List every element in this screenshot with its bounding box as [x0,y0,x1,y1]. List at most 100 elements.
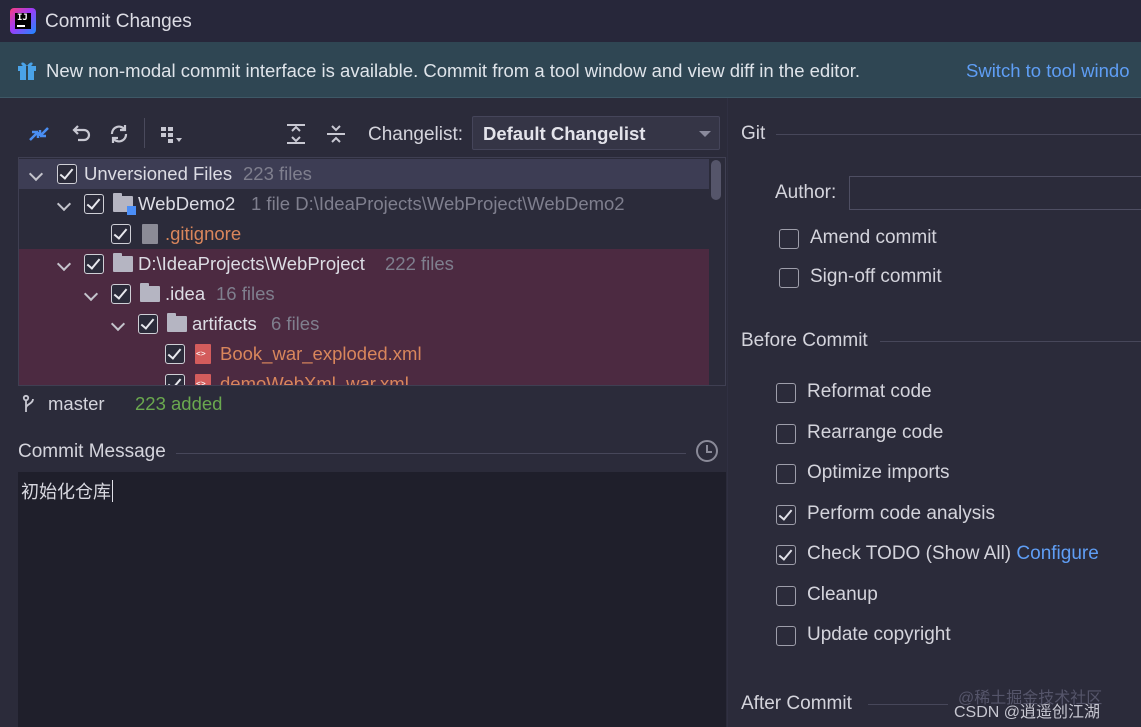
changelist-dropdown[interactable]: Default Changelist [472,116,720,150]
tree-item-label: .gitignore [165,223,242,244]
sign-off-commit-checkbox[interactable] [779,268,799,288]
commit-message-content: 初始化仓库 [21,482,111,503]
tree-item-label: .idea [165,283,206,304]
amend-commit-label: Amend commit [810,227,937,248]
reformat-code-checkbox[interactable] [776,383,796,403]
expand-all-icon[interactable] [284,122,310,146]
added-count: 223 added [135,393,223,414]
git-section-title: Git [741,123,766,144]
refresh-icon[interactable] [106,122,132,146]
folder-icon [140,283,160,302]
branch-icon [22,394,34,412]
tree-row-webdemo2[interactable]: WebDemo2 1 file D:\IdeaProjects\WebProje… [19,189,709,219]
rearrange-code-label: Rearrange code [807,422,944,443]
title-bar: IJ Commit Changes [0,0,1141,42]
tree-row-book-war-exploded[interactable]: Book_war_exploded.xml [19,339,709,369]
show-diff-icon[interactable] [26,122,52,146]
cleanup-label: Cleanup [807,584,878,605]
tree-row-gitignore[interactable]: .gitignore [19,219,709,249]
tree-scrollbar[interactable] [711,160,721,200]
reformat-code-label: Reformat code [807,381,932,402]
amend-commit-checkbox[interactable] [779,229,799,249]
sign-off-commit-label: Sign-off commit [810,266,942,287]
branch-name: master [48,393,105,414]
checkbox-artifacts[interactable] [138,314,158,334]
checkbox-demowebxml-war[interactable] [165,374,185,385]
tree-item-label: demoWebXml_war.xml [220,373,409,386]
changelist-value: Default Changelist [483,123,646,144]
switch-to-tool-window-link[interactable]: Switch to tool windo [966,60,1130,82]
changes-toolbar: Changelist: Default Changelist [18,112,728,154]
checkbox-webproject[interactable] [84,254,104,274]
ignore-file-icon [142,224,158,244]
chevron-down-icon[interactable] [56,256,72,272]
tree-item-meta: 1 file D:\IdeaProjects\WebProject\WebDem… [251,193,625,214]
checkbox-book-war-exploded[interactable] [165,344,185,364]
module-folder-icon [113,193,136,215]
tree-item-meta: 6 files [271,313,320,334]
commit-message-divider [176,453,686,454]
notification-banner: New non-modal commit interface is availa… [0,42,1141,98]
commit-message-text[interactable]: 初始化仓库 [21,478,113,504]
tree-item-meta: 223 files [243,163,312,184]
tree-item-label: Unversioned Files [84,163,233,184]
tree-row-idea[interactable]: .idea 16 files [19,279,709,309]
rearrange-code-checkbox[interactable] [776,424,796,444]
intellij-logo-icon: IJ [10,8,36,34]
panel-divider[interactable] [727,98,728,727]
checkbox-idea[interactable] [111,284,131,304]
before-commit-section-title: Before Commit [741,330,868,351]
changelist-label: Changelist: [368,124,464,145]
banner-message: New non-modal commit interface is availa… [46,60,861,81]
commit-message-editor[interactable]: 初始化仓库 [18,472,726,727]
perform-code-analysis-label: Perform code analysis [807,503,995,524]
tree-item-label: WebDemo2 [138,193,236,214]
optimize-imports-checkbox[interactable] [776,464,796,484]
xml-file-icon [195,374,211,385]
author-field[interactable] [849,176,1141,210]
checkbox-webdemo2[interactable] [84,194,104,214]
watermark-csdn: CSDN @逍遥创江湖 [954,704,1101,721]
chevron-down-icon [699,131,711,137]
git-section-divider [776,134,1141,135]
collapse-all-icon[interactable] [324,122,350,146]
tree-row-demowebxml-war[interactable]: demoWebXml_war.xml [19,369,709,386]
check-todo-label: Check TODO (Show All) [807,543,1012,564]
after-commit-section-title: After Commit [741,693,852,714]
configure-link[interactable]: Configure [1016,543,1098,564]
chevron-down-icon[interactable] [56,196,72,212]
rollback-icon[interactable] [68,122,94,146]
chevron-down-icon[interactable] [83,286,99,302]
tree-row-unversioned-files[interactable]: Unversioned Files 223 files [19,159,709,189]
tree-item-label: artifacts [192,313,257,334]
checkbox-unversioned-files[interactable] [57,164,77,184]
tree-row-artifacts[interactable]: artifacts 6 files [19,309,709,339]
commit-message-label: Commit Message [18,441,166,462]
history-icon[interactable] [696,440,718,462]
tree-row-webproject[interactable]: D:\IdeaProjects\WebProject 222 files [19,249,709,279]
window-title: Commit Changes [45,11,192,32]
tree-item-meta: 16 files [216,283,275,304]
changes-tree[interactable]: Unversioned Files 223 files WebDemo2 1 f… [18,157,726,386]
before-commit-divider [880,341,1141,342]
folder-icon [167,313,187,332]
update-copyright-checkbox[interactable] [776,626,796,646]
tree-item-meta: 222 files [385,253,454,274]
author-label: Author: [775,182,837,203]
perform-code-analysis-checkbox[interactable] [776,505,796,525]
check-todo-text: Check TODO (Show All) Configure [807,543,1099,565]
text-caret [112,480,113,502]
tree-item-label: Book_war_exploded.xml [220,343,422,364]
after-commit-divider [868,704,948,705]
update-copyright-label: Update copyright [807,624,951,645]
chevron-down-icon[interactable] [28,166,44,182]
gift-icon [18,62,36,80]
folder-icon [113,253,133,272]
group-by-icon[interactable] [158,122,184,146]
check-todo-checkbox[interactable] [776,545,796,565]
chevron-down-icon[interactable] [110,316,126,332]
checkbox-gitignore[interactable] [111,224,131,244]
xml-file-icon [195,344,211,364]
toolbar-separator [144,118,145,148]
cleanup-checkbox[interactable] [776,586,796,606]
